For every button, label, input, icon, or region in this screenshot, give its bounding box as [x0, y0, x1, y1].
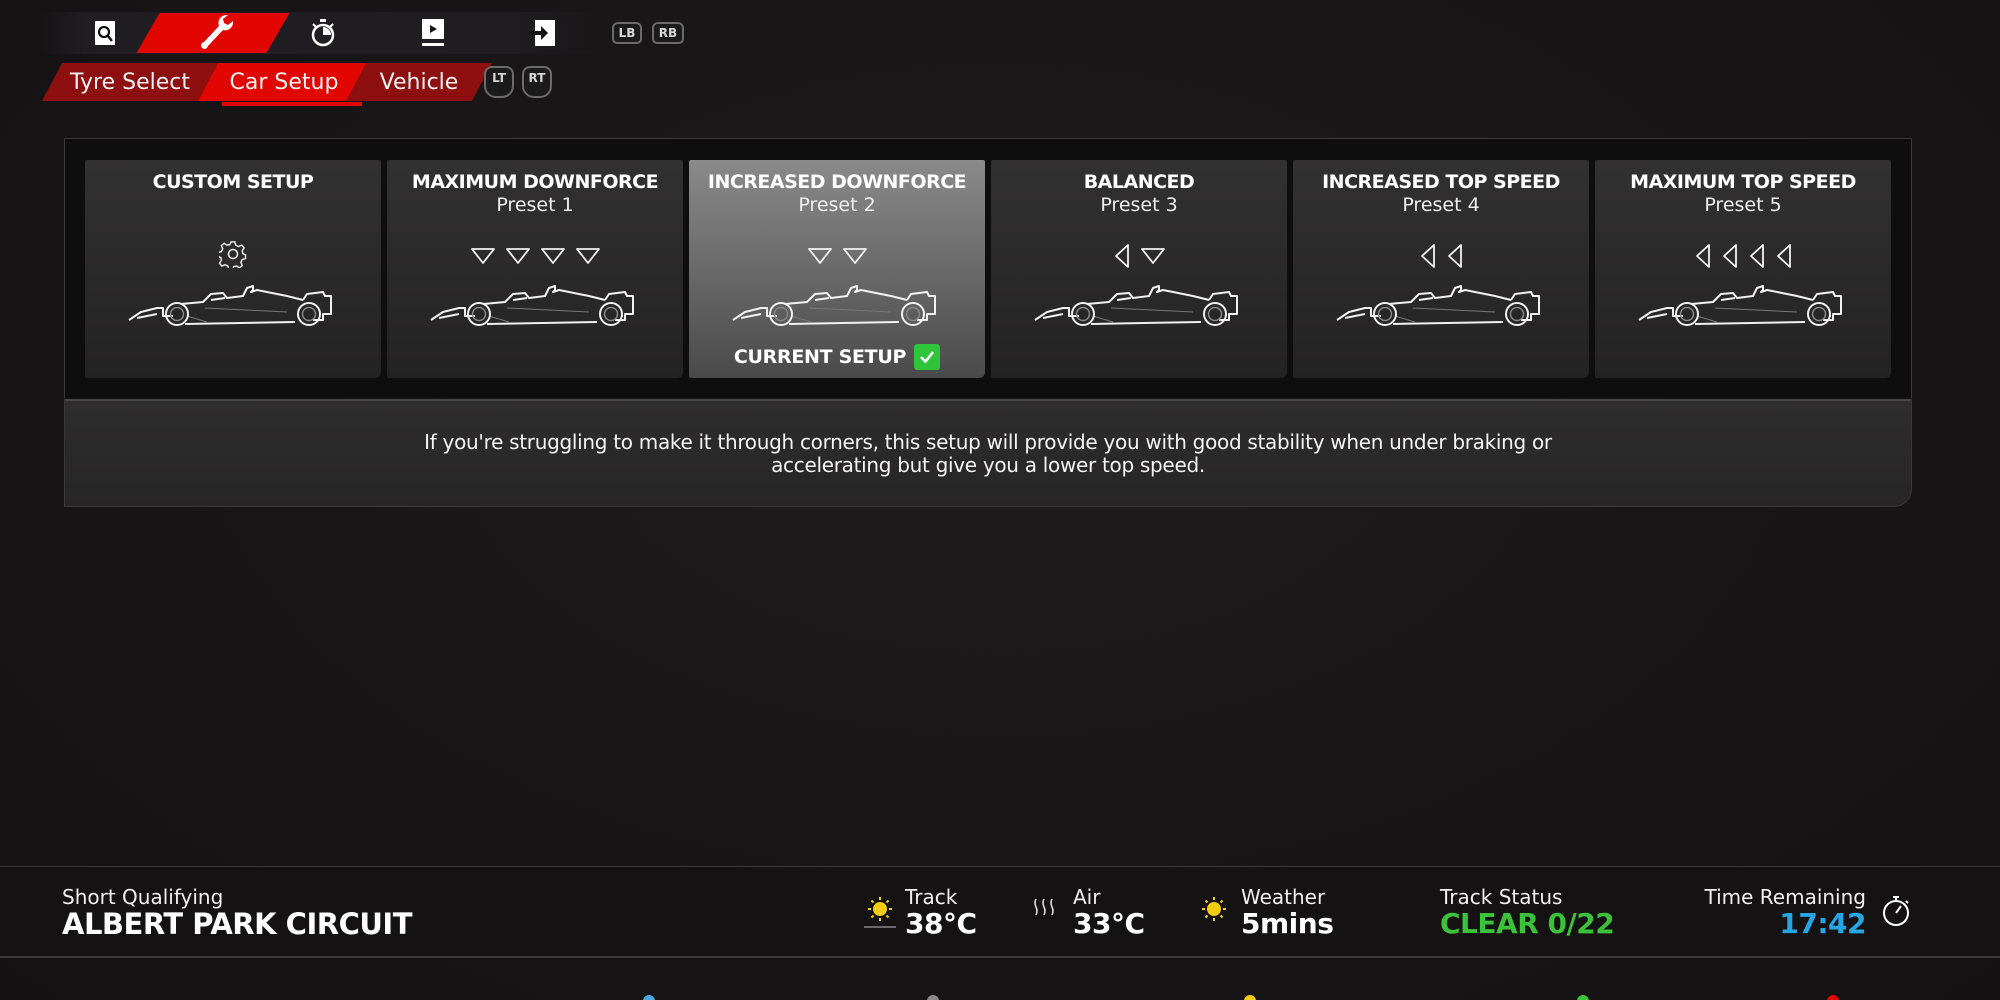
downforce-arrow-icon	[842, 247, 868, 265]
rt-button-hint[interactable]: RT	[522, 66, 552, 98]
downforce-indicator	[1595, 244, 1891, 268]
nav-tab-exit[interactable]	[528, 18, 558, 48]
circuit-name: ALBERT PARK CIRCUIT	[62, 907, 412, 941]
weather-label: Weather	[1241, 885, 1326, 909]
time-remaining-label: Time Remaining	[1704, 885, 1866, 909]
downforce-indicator	[991, 244, 1287, 268]
preset-card[interactable]: MAXIMUM TOP SPEED Preset 5	[1595, 160, 1891, 378]
tab-tyre-select[interactable]: Tyre Select	[41, 63, 219, 101]
session-type: Short Qualifying	[62, 885, 224, 909]
preset-card[interactable]: CUSTOM SETUP	[85, 160, 381, 378]
lt-button-hint[interactable]: LT	[484, 66, 514, 98]
preset-title: BALANCED	[1083, 171, 1195, 193]
tab-vehicle[interactable]: Vehicle	[345, 63, 493, 101]
speed-arrow-icon	[1113, 243, 1131, 269]
play-icon	[422, 19, 444, 46]
weather-value: 5mins	[1241, 907, 1334, 940]
nav-tab-replay[interactable]	[418, 18, 448, 48]
track-status-stat: Track Status CLEAR 0/22	[1440, 885, 1615, 940]
preset-title: MAXIMUM TOP SPEED	[1630, 171, 1856, 193]
air-temp-label: Air	[1073, 885, 1101, 909]
speed-arrow-icon	[1419, 243, 1437, 269]
downforce-indicator	[85, 241, 381, 271]
f1-car-icon	[1335, 278, 1547, 326]
preset-card-list: CUSTOM SETUP MAXIMUM DOWNFORCE Preset 1 I…	[85, 160, 1891, 378]
active-tab-underline	[222, 102, 362, 106]
f1-car-icon	[1637, 278, 1849, 326]
preset-subtitle: Preset 2	[798, 194, 876, 216]
tab-car-setup-label: Car Setup	[229, 69, 339, 95]
f1-car-icon	[1033, 278, 1245, 326]
track-status-value: CLEAR 0/22	[1440, 907, 1615, 940]
nav-tab-car-setup[interactable]	[196, 12, 236, 52]
time-remaining-value: 17:42	[1779, 907, 1866, 940]
gear-icon	[217, 240, 247, 272]
speed-arrow-icon	[1446, 243, 1464, 269]
downforce-arrow-icon	[1140, 247, 1166, 265]
status-dot-grey	[927, 995, 939, 1000]
air-heat-icon	[1034, 898, 1054, 916]
nav-tab-timing[interactable]	[308, 18, 338, 48]
preset-subtitle: Preset 3	[1100, 194, 1178, 216]
current-setup-label: CURRENT SETUP	[733, 346, 907, 368]
session-info-bar: Short Qualifying ALBERT PARK CIRCUIT Tra…	[0, 866, 2000, 958]
magnifier-icon	[95, 21, 115, 45]
speed-arrow-icon	[1721, 243, 1739, 269]
stopwatch-icon	[1883, 896, 1909, 926]
tab-car-setup[interactable]: Car Setup	[197, 63, 371, 101]
lb-button-hint[interactable]: LB	[612, 22, 642, 44]
status-dot-blue	[643, 995, 655, 1000]
exit-icon	[531, 20, 555, 46]
downforce-arrow-icon	[540, 247, 566, 265]
nav-tab-search[interactable]	[90, 18, 120, 48]
downforce-arrow-icon	[505, 247, 531, 265]
tab-vehicle-label: Vehicle	[379, 69, 459, 95]
preset-title: INCREASED DOWNFORCE	[707, 171, 967, 193]
track-temp-stat: Track 38°C	[905, 885, 977, 939]
current-setup-tag: CURRENT SETUP	[689, 344, 985, 370]
preset-selector-frame: CUSTOM SETUP MAXIMUM DOWNFORCE Preset 1 I…	[64, 138, 1912, 398]
stopwatch-icon	[311, 19, 335, 47]
f1-car-icon	[429, 278, 641, 326]
preset-card[interactable]: BALANCED Preset 3	[991, 160, 1287, 378]
time-remaining-stat: Time Remaining 17:42	[1700, 885, 1866, 939]
preset-subtitle: Preset 4	[1402, 194, 1480, 216]
weather-stat: Weather 5mins	[1241, 885, 1334, 940]
speed-arrow-icon	[1694, 243, 1712, 269]
preset-title: INCREASED TOP SPEED	[1322, 171, 1560, 193]
downforce-arrow-icon	[470, 247, 496, 265]
preset-subtitle: Preset 5	[1704, 194, 1782, 216]
weather-sun-icon	[1202, 897, 1226, 921]
preset-title: MAXIMUM DOWNFORCE	[411, 171, 659, 193]
speed-arrow-icon	[1775, 243, 1793, 269]
downforce-arrow-icon	[807, 247, 833, 265]
preset-card[interactable]: INCREASED DOWNFORCE Preset 2 CURRENT SETU…	[689, 160, 985, 378]
checkmark-icon	[914, 344, 941, 370]
speed-arrow-icon	[1748, 243, 1766, 269]
downforce-indicator	[1293, 244, 1589, 268]
status-dot-red	[1827, 995, 1839, 1000]
f1-car-icon	[731, 278, 943, 326]
preset-title: CUSTOM SETUP	[152, 171, 314, 193]
description-panel: If you're struggling to make it through …	[64, 399, 1912, 507]
rb-button-hint[interactable]: RB	[652, 22, 684, 44]
preset-description: If you're struggling to make it through …	[424, 429, 1552, 477]
air-temp-stat: Air 33°C	[1073, 885, 1145, 939]
tab-tyre-select-label: Tyre Select	[70, 69, 190, 95]
track-status-label: Track Status	[1440, 885, 1563, 909]
preset-card[interactable]: MAXIMUM DOWNFORCE Preset 1	[387, 160, 683, 378]
status-dot-yellow	[1244, 995, 1256, 1000]
track-temp-label: Track	[905, 885, 958, 909]
air-temp-value: 33°C	[1073, 907, 1145, 940]
wrench-icon	[201, 15, 234, 49]
downforce-arrow-icon	[575, 247, 601, 265]
downforce-indicator	[689, 244, 985, 268]
f1-car-icon	[127, 278, 339, 326]
preset-card[interactable]: INCREASED TOP SPEED Preset 4	[1293, 160, 1589, 378]
track-sun-icon	[864, 897, 896, 928]
preset-subtitle: Preset 1	[496, 194, 574, 216]
downforce-indicator	[387, 244, 683, 268]
status-dot-green	[1577, 995, 1589, 1000]
track-temp-value: 38°C	[905, 907, 977, 940]
